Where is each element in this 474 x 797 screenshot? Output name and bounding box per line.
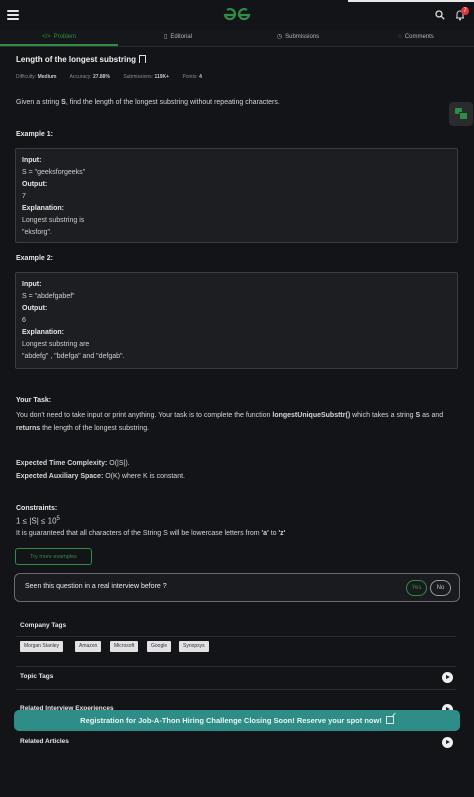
tab-label: Submissions	[285, 34, 320, 40]
space-complexity: Expected Auxiliary Space: O(K) where K i…	[16, 473, 185, 480]
output-value: 7	[22, 193, 26, 200]
difficulty-label: Difficulty:	[16, 74, 37, 80]
job-a-thon-banner[interactable]: Registration for Job-A-Thon Hiring Chall…	[14, 710, 460, 731]
related-articles-heading[interactable]: Related Articles	[20, 738, 69, 745]
example-2-heading: Example 2:	[16, 255, 53, 262]
accuracy-value: 27.88%	[92, 74, 110, 80]
problem-title: Length of the longest substring	[16, 55, 136, 64]
explanation-line: "abdefg" , "bdefga" and "defgab".	[22, 353, 125, 360]
page-title: Length of the longest substring	[16, 55, 146, 64]
explanation-line: Longest substring is	[22, 217, 85, 224]
divider	[16, 636, 456, 637]
problem-content: Length of the longest substring Difficul…	[0, 47, 474, 797]
divider	[16, 666, 456, 667]
divider	[16, 689, 456, 690]
company-tag[interactable]: Google	[147, 641, 172, 652]
output-label: Output:	[22, 181, 48, 188]
code-icon: </>	[41, 34, 51, 40]
yes-button[interactable]: Yes	[406, 580, 427, 596]
explanation-line: "eksforg".	[22, 229, 52, 236]
example-1-box: Input: S = "geeksforgeeks" Output: 7 Exp…	[15, 148, 458, 243]
points-value: 4	[199, 74, 202, 80]
explanation-line: Longest substring are	[22, 341, 90, 348]
task-description: You don't need to take input or print an…	[16, 412, 444, 432]
company-tag[interactable]: Synopsys	[179, 641, 209, 652]
input-value: S = "abdefgabef"	[22, 293, 75, 300]
interview-question-card: Seen this question in a real interview b…	[14, 573, 460, 602]
example-2-box: Input: S = "abdefgabef" Output: 6 Explan…	[15, 272, 458, 369]
external-link-icon	[385, 716, 394, 724]
tab-comments[interactable]: ◌ Comments	[358, 30, 474, 46]
tab-submissions[interactable]: ◷ Submissions	[238, 30, 358, 46]
chevron-right-icon[interactable]	[442, 672, 453, 683]
input-label: Input:	[22, 157, 42, 164]
clock-icon: ◷	[276, 34, 283, 40]
time-complexity: Expected Time Complexity: O(|S|).	[16, 460, 130, 467]
tab-label: Problem	[53, 34, 77, 40]
constraints-range: 1 ≤ |S| ≤ 105	[16, 516, 60, 526]
hamburger-menu-icon[interactable]	[7, 10, 19, 20]
company-tag[interactable]: Microsoft	[110, 641, 139, 652]
input-value: S = "geeksforgeeks"	[22, 169, 86, 176]
problem-statement: Given a string S, find the length of the…	[16, 99, 280, 106]
submissions-label: Submissions:	[123, 74, 154, 80]
example-1-heading: Example 1:	[16, 131, 53, 138]
top-bar: 7	[0, 0, 474, 31]
try-more-examples-button[interactable]: Try more examples	[15, 548, 92, 565]
submissions-value: 119K+	[154, 74, 170, 80]
interview-question: Seen this question in a real interview b…	[25, 583, 167, 590]
search-icon[interactable]	[435, 10, 445, 20]
company-tag[interactable]: Morgan Stanley	[20, 641, 64, 652]
chevron-right-icon[interactable]	[442, 737, 453, 748]
company-tags-heading: Company Tags	[20, 622, 67, 629]
comment-icon: ◌	[398, 34, 402, 40]
no-button[interactable]: No	[430, 580, 451, 596]
explanation-label: Explanation:	[22, 205, 65, 212]
banner-text: Registration for Job-A-Thon Hiring Chall…	[80, 716, 382, 725]
tab-label: Editorial	[170, 34, 192, 40]
topic-tags-heading[interactable]: Topic Tags	[20, 673, 53, 680]
notification-count-badge: 7	[461, 7, 469, 15]
window-edge	[348, 0, 474, 2]
points-label: Points:	[182, 74, 198, 80]
chat-icon[interactable]	[449, 102, 473, 126]
tab-problem[interactable]: </> Problem	[0, 30, 118, 46]
constraints-heading: Constraints:	[16, 505, 58, 512]
difficulty-value: Medium	[37, 74, 57, 80]
explanation-label: Explanation:	[22, 329, 65, 336]
tab-label: Comments	[404, 34, 434, 40]
output-value: 6	[22, 317, 26, 324]
bookmark-icon[interactable]	[139, 55, 146, 63]
tab-editorial[interactable]: ▯ Editorial	[118, 30, 238, 46]
output-label: Output:	[22, 305, 48, 312]
gfg-logo-icon[interactable]	[222, 7, 252, 23]
input-label: Input:	[22, 281, 42, 288]
document-icon: ▯	[164, 34, 168, 40]
problem-tabs: </> Problem ▯ Editorial ◷ Submissions ◌ Comm…	[0, 30, 474, 47]
problem-meta: Difficulty: Medium Accuracy: 27.88% Subm…	[16, 74, 214, 80]
task-heading: Your Task:	[16, 397, 52, 404]
company-tag[interactable]: Amazon	[75, 641, 102, 652]
constraints-note: It is guaranteed that all characters of …	[16, 530, 286, 537]
accuracy-label: Accuracy:	[69, 74, 92, 80]
